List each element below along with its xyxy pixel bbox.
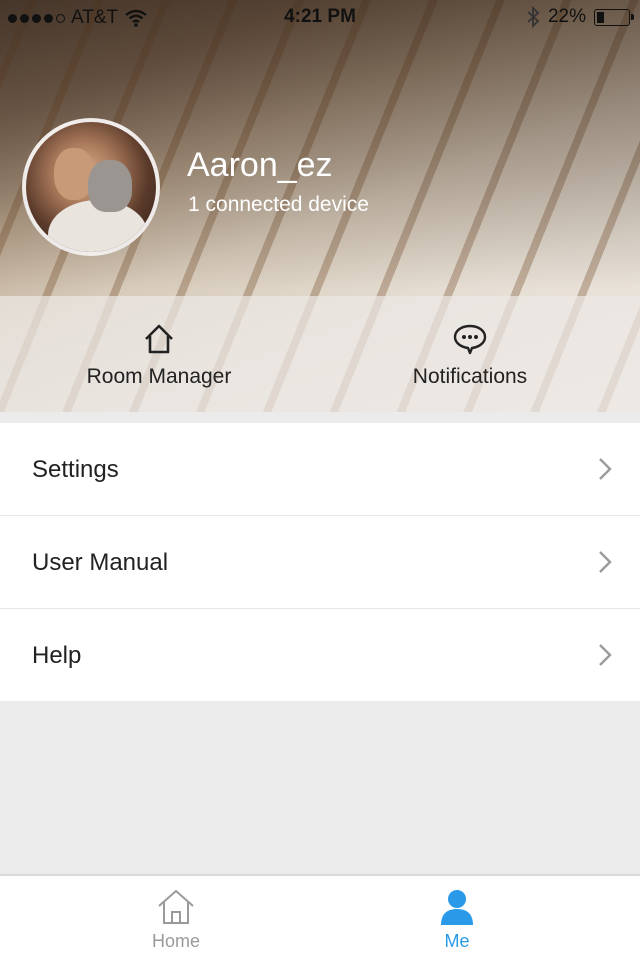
tab-me[interactable]: Me: [357, 876, 557, 962]
quick-actions: Room Manager Notifications: [0, 296, 640, 412]
tab-bar: Home Me: [0, 874, 640, 962]
menu-item-help[interactable]: Help: [0, 609, 640, 701]
bluetooth-icon: [527, 6, 540, 28]
status-bar: AT&T 4:21 PM 22%: [0, 0, 640, 34]
menu-item-label: Settings: [32, 456, 119, 483]
chevron-right-icon: [599, 644, 612, 666]
avatar[interactable]: [22, 118, 160, 256]
house-icon: [145, 324, 173, 354]
tab-me-label: Me: [444, 931, 470, 951]
menu-item-user-manual[interactable]: User Manual: [0, 516, 640, 609]
menu-list: Settings User Manual Help: [0, 423, 640, 701]
username: Aaron_ez: [187, 146, 333, 184]
battery-icon: [594, 8, 634, 26]
menu-item-settings[interactable]: Settings: [0, 423, 640, 516]
room-manager-button[interactable]: Room Manager: [34, 296, 284, 412]
tab-home[interactable]: Home: [76, 876, 276, 962]
person-icon: [441, 890, 473, 925]
room-manager-label: Room Manager: [86, 365, 232, 388]
battery-percent: 22%: [547, 6, 586, 27]
tab-home-label: Home: [151, 931, 200, 951]
chat-bubble-icon: [453, 324, 487, 355]
notifications-button[interactable]: Notifications: [345, 296, 595, 412]
notifications-label: Notifications: [412, 365, 528, 388]
home-icon: [158, 890, 194, 924]
chevron-right-icon: [599, 551, 612, 573]
connected-device-count: 1 connected device: [188, 193, 369, 216]
menu-item-label: User Manual: [32, 549, 169, 576]
menu-item-label: Help: [32, 642, 82, 669]
chevron-right-icon: [599, 458, 612, 480]
